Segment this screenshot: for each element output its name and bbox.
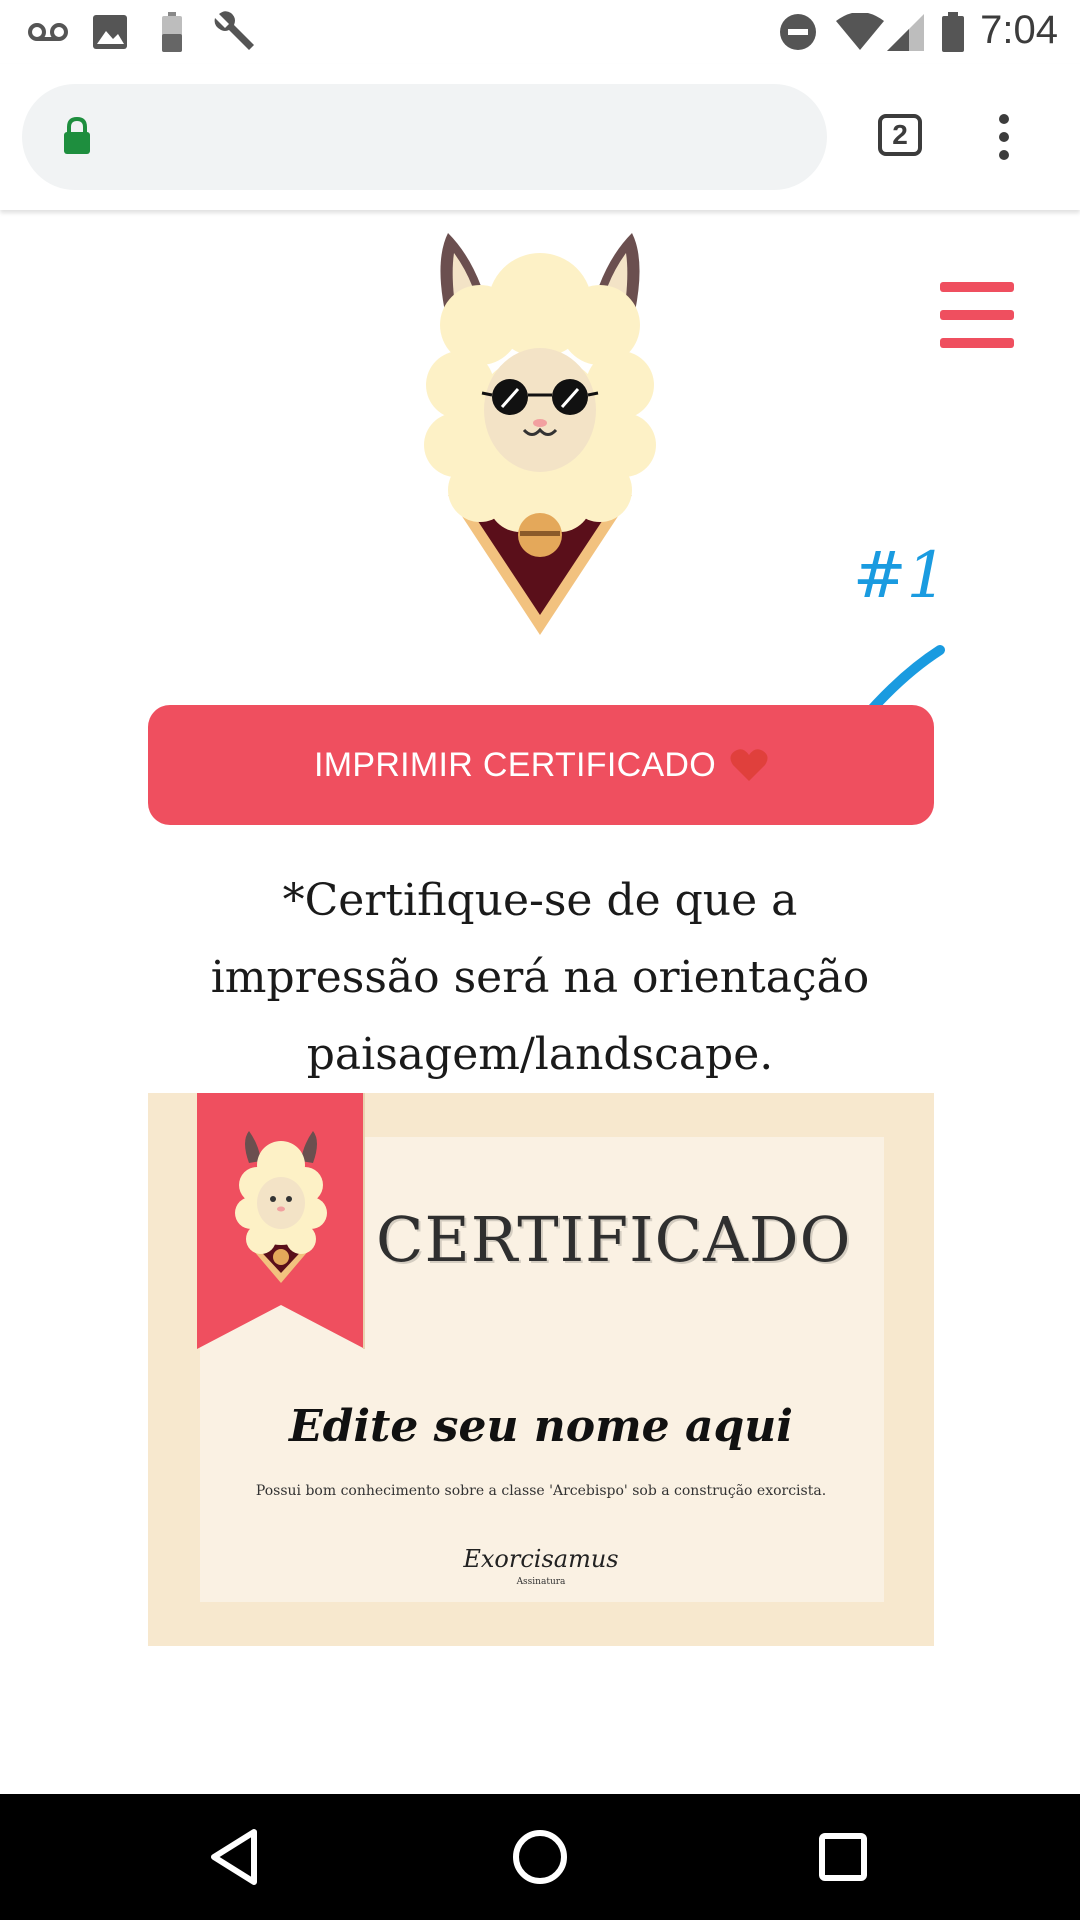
menu-bar-1 bbox=[940, 282, 1014, 292]
home-icon[interactable] bbox=[507, 1824, 573, 1890]
menu-bar-2 bbox=[940, 310, 1014, 320]
wifi-icon bbox=[834, 10, 886, 54]
browser-toolbar: 2 bbox=[0, 64, 1080, 210]
certificate-name-field[interactable]: Edite seu nome aqui bbox=[148, 1401, 934, 1452]
status-bar: 7:04 bbox=[0, 0, 1080, 64]
more-vert-icon[interactable] bbox=[992, 114, 1016, 160]
certificate-signature-label: Assinatura bbox=[516, 1577, 566, 1587]
image-icon bbox=[92, 10, 128, 54]
navigation-bar bbox=[0, 1794, 1080, 1920]
annotation-label: #1 bbox=[853, 545, 947, 613]
heart-icon bbox=[730, 748, 768, 782]
do-not-disturb-icon bbox=[778, 10, 818, 54]
menu-bar-3 bbox=[940, 338, 1014, 348]
certificate-title: CERTIFICADO bbox=[376, 1203, 852, 1276]
print-certificate-button[interactable]: IMPRIMIR CERTIFICADO bbox=[148, 705, 934, 825]
recents-icon[interactable] bbox=[810, 1824, 876, 1890]
certificate-ribbon bbox=[197, 1093, 367, 1349]
certificate-preview: CERTIFICADO Edite seu nome aqui Possui b… bbox=[148, 1093, 934, 1646]
print-certificate-label: IMPRIMIR CERTIFICADO bbox=[313, 745, 717, 784]
llama-logo bbox=[420, 225, 660, 640]
tab-switcher-button[interactable]: 2 bbox=[878, 114, 922, 156]
voicemail-icon bbox=[26, 10, 70, 54]
orientation-note: *Certifique-se de que a impressão será n… bbox=[210, 875, 870, 1080]
url-text[interactable] bbox=[114, 126, 794, 148]
lock-icon bbox=[62, 116, 92, 161]
signal-icon bbox=[884, 10, 926, 54]
status-time: 7:04 bbox=[980, 8, 1058, 52]
address-bar[interactable] bbox=[22, 84, 827, 190]
battery-icon bbox=[940, 10, 966, 54]
menu-button[interactable] bbox=[940, 282, 1014, 348]
back-icon[interactable] bbox=[204, 1824, 270, 1890]
certificate-signature: Exorcisamus bbox=[463, 1545, 619, 1573]
wrench-icon bbox=[212, 10, 258, 54]
certificate-description: Possui bom conhecimento sobre a classe '… bbox=[255, 1483, 827, 1499]
battery-low-icon bbox=[160, 10, 184, 54]
